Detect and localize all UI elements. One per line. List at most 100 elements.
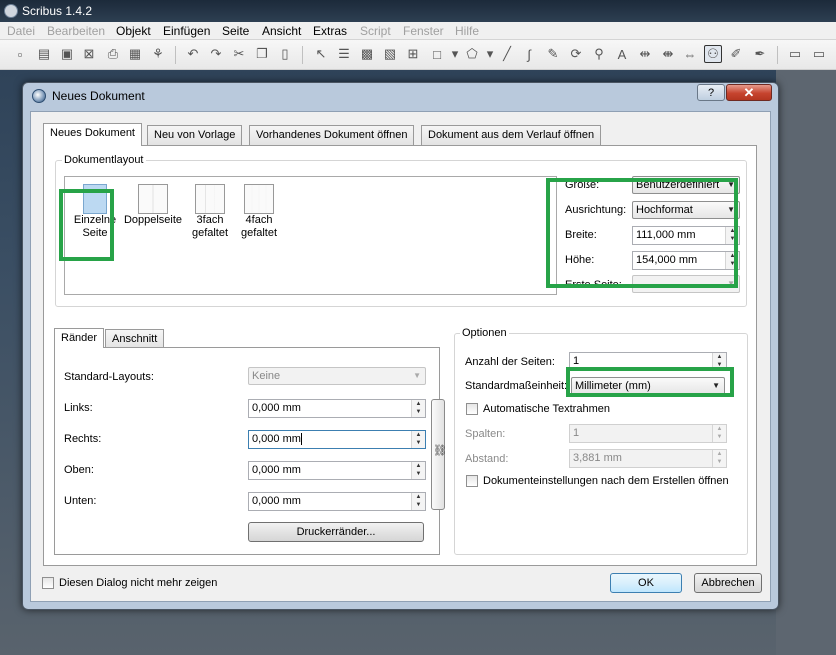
step-up-icon[interactable]: ▲ (713, 450, 726, 458)
shape-dropdown-icon[interactable]: ▾ (446, 45, 464, 63)
pdf-field-icon[interactable]: ▭ (810, 45, 828, 63)
step-up-icon[interactable]: ▲ (412, 493, 425, 501)
step-up-icon[interactable]: ▲ (726, 227, 739, 235)
text-frame-icon[interactable]: ☰ (335, 45, 353, 63)
printer-margins-button[interactable]: Druckerränder... (248, 522, 424, 542)
step-down-icon[interactable]: ▼ (713, 458, 726, 466)
table-icon[interactable]: ⊞ (404, 45, 422, 63)
layout-double-page[interactable]: Doppelseite (123, 184, 183, 227)
bottom-margin-stepper[interactable]: ▲ ▼ (411, 493, 425, 510)
menu-seite[interactable]: Seite (222, 24, 249, 38)
menu-extras[interactable]: Extras (313, 24, 347, 38)
tab-open-recent[interactable]: Dokument aus dem Verlauf öffnen (421, 125, 602, 145)
default-unit-combo[interactable]: Millimeter (mm) ▼ (571, 377, 725, 395)
edit-icon[interactable]: ✐ (727, 45, 745, 63)
right-margin-input[interactable]: 0,000 mm ▲ ▼ (248, 430, 426, 449)
rotate-icon[interactable]: ⟳ (567, 45, 585, 63)
export-pdf-icon[interactable]: ⚘ (149, 45, 167, 63)
left-margin-input[interactable]: 0,000 mm ▲ ▼ (248, 399, 426, 418)
undo-icon[interactable]: ↶ (184, 45, 202, 63)
right-margin-stepper[interactable]: ▲ ▼ (411, 431, 425, 448)
height-stepper[interactable]: ▲ ▼ (725, 252, 739, 269)
top-margin-stepper[interactable]: ▲ ▼ (411, 462, 425, 479)
dont-show-again-checkbox[interactable] (42, 577, 54, 589)
columns-input[interactable]: 1 ▲ ▼ (569, 424, 727, 443)
menu-einfuegen[interactable]: Einfügen (163, 24, 210, 38)
link-frames-icon[interactable]: ⇹ (636, 45, 654, 63)
tab-new-from-template[interactable]: Neu von Vorlage (147, 125, 243, 145)
orientation-combo[interactable]: Hochformat ▼ (632, 201, 740, 219)
polygon-icon[interactable]: ⬠ (463, 45, 481, 63)
step-down-icon[interactable]: ▼ (713, 361, 726, 369)
link-margins-toggle[interactable]: ⛓ (431, 399, 447, 510)
new-document-icon[interactable]: ▫ (11, 45, 29, 63)
redo-icon[interactable]: ↷ (207, 45, 225, 63)
step-down-icon[interactable]: ▼ (412, 439, 425, 447)
tab-new-document[interactable]: Neues Dokument (43, 123, 142, 146)
step-down-icon[interactable]: ▼ (412, 470, 425, 478)
page-count-input[interactable]: 1 ▲ ▼ (569, 352, 727, 371)
bezier-icon[interactable]: ∫ (520, 45, 538, 63)
copy-icon[interactable]: ❐ (253, 45, 271, 63)
edit-text-icon[interactable]: A (613, 45, 631, 63)
measure-icon[interactable]: ⇔ (681, 45, 699, 63)
tab-bleed[interactable]: Anschnitt (105, 329, 165, 348)
open-icon[interactable]: ▤ (35, 45, 53, 63)
freehand-icon[interactable]: ✎ (544, 45, 562, 63)
width-input[interactable]: 111,000 mm ▲ ▼ (632, 226, 740, 245)
standard-layouts-combo[interactable]: Keine ▼ (248, 367, 426, 385)
shape-icon[interactable]: □ (428, 45, 446, 63)
line-icon[interactable]: ╱ (498, 45, 516, 63)
menu-datei[interactable]: Datei (7, 24, 35, 38)
top-margin-input[interactable]: 0,000 mm ▲ ▼ (248, 461, 426, 480)
size-combo[interactable]: Benutzerdefiniert ▼ (632, 176, 740, 194)
columns-stepper[interactable]: ▲ ▼ (712, 425, 726, 442)
tab-open-existing[interactable]: Vorhandenes Dokument öffnen (249, 125, 415, 145)
polygon-dropdown-icon[interactable]: ▾ (481, 45, 499, 63)
gap-stepper[interactable]: ▲ ▼ (712, 450, 726, 467)
zoom-icon[interactable]: ⚲ (590, 45, 608, 63)
tab-margins[interactable]: Ränder (54, 328, 105, 348)
step-up-icon[interactable]: ▲ (412, 400, 425, 408)
bottom-margin-input[interactable]: 0,000 mm ▲ ▼ (248, 492, 426, 511)
auto-text-frames-checkbox[interactable] (466, 403, 478, 415)
open-settings-checkbox[interactable] (466, 475, 478, 487)
menu-ansicht[interactable]: Ansicht (262, 24, 301, 38)
ok-button[interactable]: OK (610, 573, 682, 593)
help-button[interactable]: ? (697, 84, 725, 101)
step-up-icon[interactable]: ▲ (412, 431, 425, 439)
step-up-icon[interactable]: ▲ (726, 252, 739, 260)
select-icon[interactable]: ↖ (312, 45, 330, 63)
unlink-frames-icon[interactable]: ⇼ (659, 45, 677, 63)
image-frame-icon[interactable]: ▩ (358, 45, 376, 63)
close-button[interactable]: ✕ (726, 84, 772, 101)
menu-fenster[interactable]: Fenster (403, 24, 444, 38)
paste-icon[interactable]: ▯ (276, 45, 294, 63)
gap-input[interactable]: 3,881 mm ▲ ▼ (569, 449, 727, 468)
layout-3-fold[interactable]: 3fach gefaltet (188, 184, 232, 240)
menu-objekt[interactable]: Objekt (116, 24, 151, 38)
page-count-stepper[interactable]: ▲ ▼ (712, 353, 726, 370)
menu-script[interactable]: Script (360, 24, 391, 38)
step-down-icon[interactable]: ▼ (412, 408, 425, 416)
menu-bearbeiten[interactable]: Bearbeiten (47, 24, 105, 38)
first-page-combo[interactable]: ▼ (632, 275, 740, 293)
close-document-icon[interactable]: ⊠ (80, 45, 98, 63)
height-input[interactable]: 154,000 mm ▲ ▼ (632, 251, 740, 270)
left-margin-stepper[interactable]: ▲ ▼ (411, 400, 425, 417)
step-down-icon[interactable]: ▼ (713, 433, 726, 441)
step-up-icon[interactable]: ▲ (713, 425, 726, 433)
layout-4-fold[interactable]: 4fach gefaltet (237, 184, 281, 240)
step-down-icon[interactable]: ▼ (726, 260, 739, 268)
print-icon[interactable]: ⎙ (104, 45, 122, 63)
step-down-icon[interactable]: ▼ (412, 501, 425, 509)
cancel-button[interactable]: Abbrechen (694, 573, 762, 593)
pdf-button-icon[interactable]: ▭ (786, 45, 804, 63)
step-down-icon[interactable]: ▼ (726, 235, 739, 243)
save-icon[interactable]: ▣ (58, 45, 76, 63)
eyedropper-icon[interactable]: ✒ (751, 45, 769, 63)
preflight-icon[interactable]: ▦ (126, 45, 144, 63)
render-frame-icon[interactable]: ▧ (381, 45, 399, 63)
cut-icon[interactable]: ✂ (230, 45, 248, 63)
copy-properties-icon[interactable]: ⚇ (704, 45, 722, 63)
